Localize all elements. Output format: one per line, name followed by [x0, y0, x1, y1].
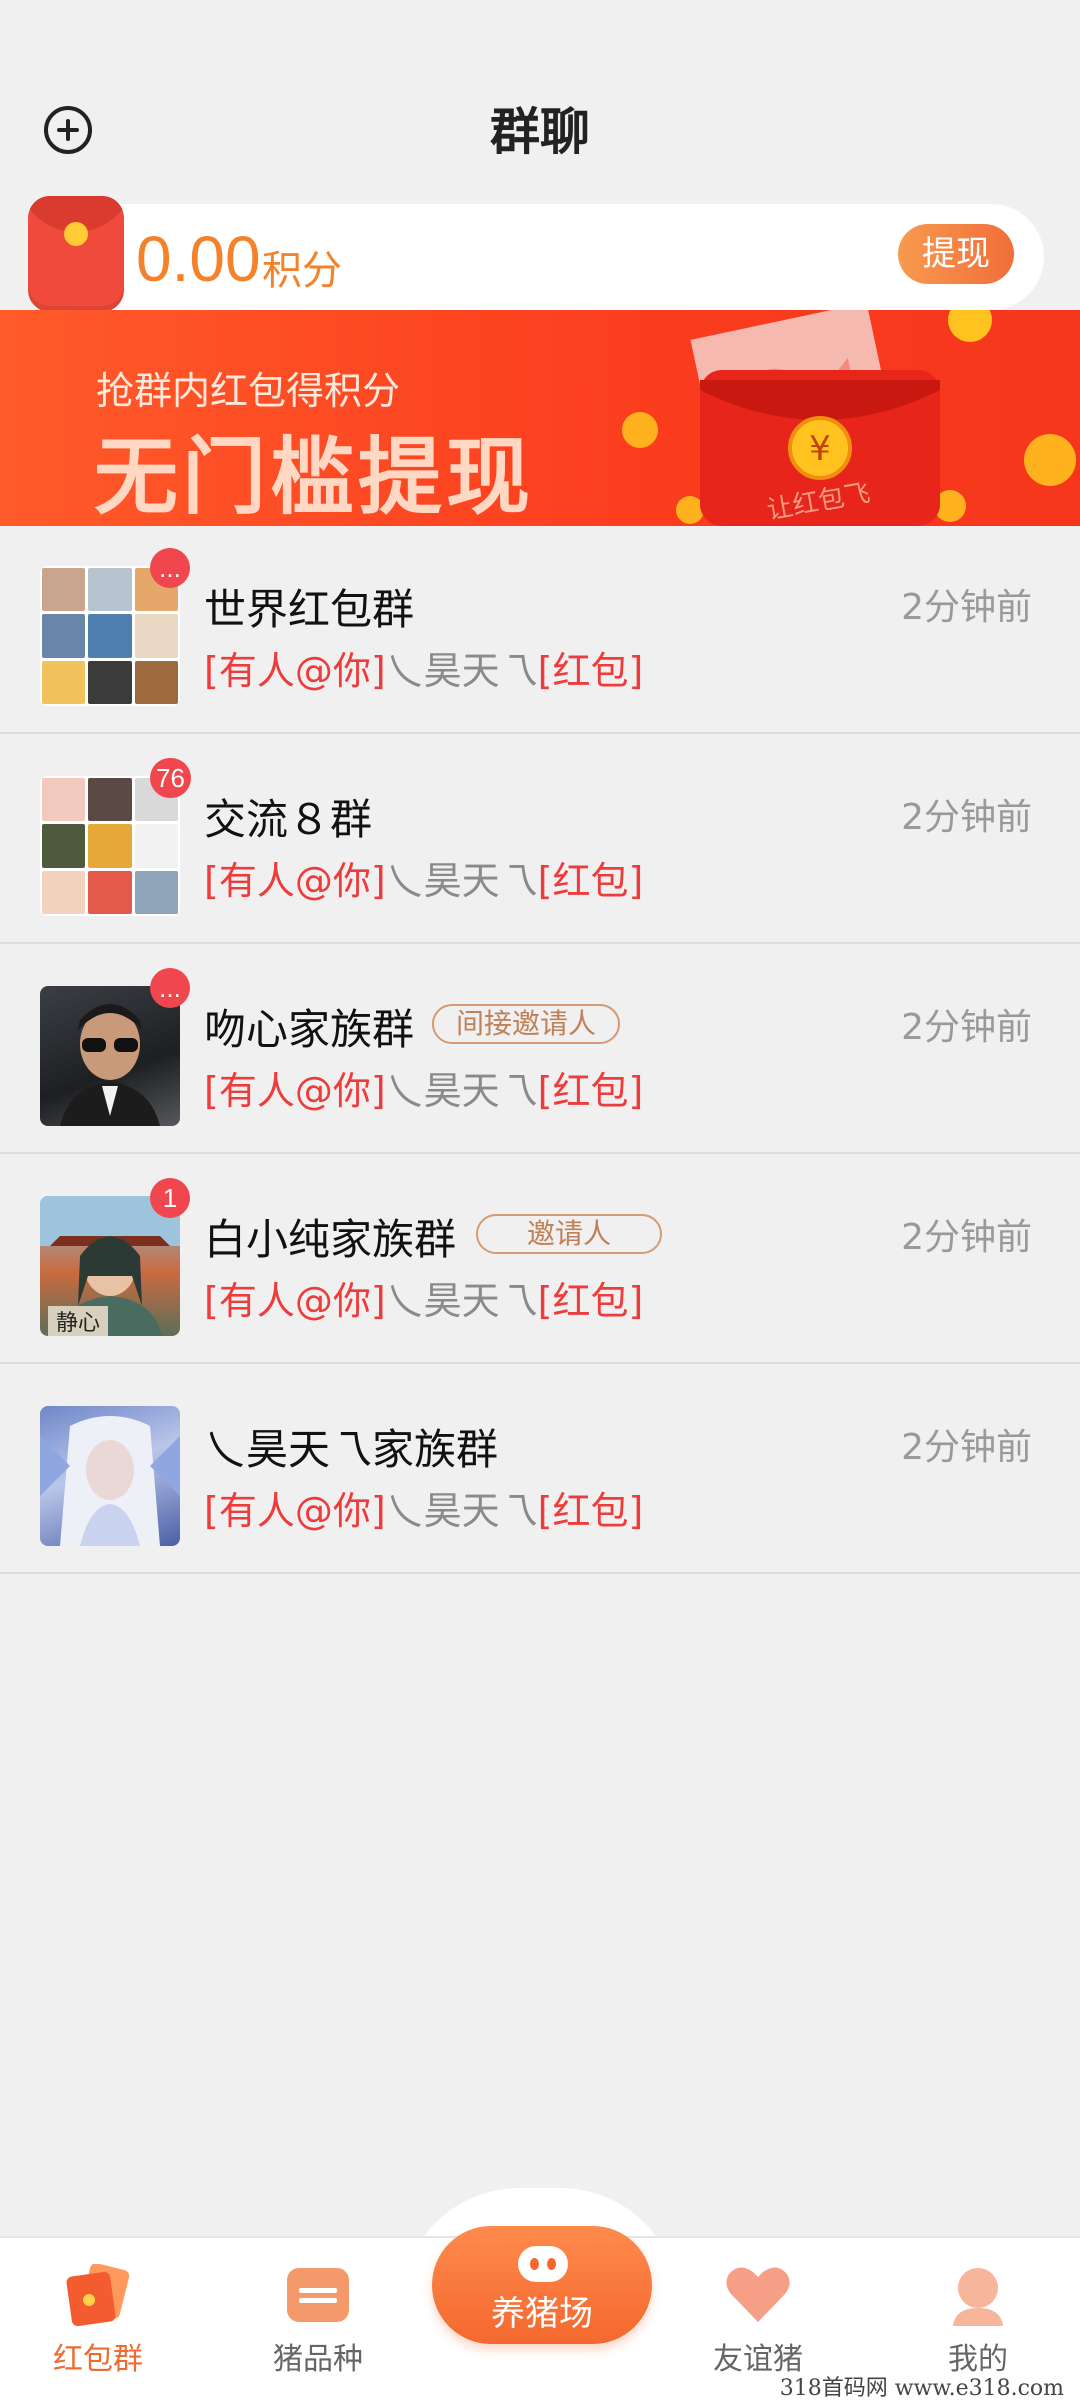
nav-item-profile[interactable]: 我的 — [898, 2262, 1058, 2382]
group-row[interactable]: ... 吻心家族群 间接邀请人 2分钟前 [有人@你]乀昊天乁[红包] — [0, 946, 1080, 1154]
last-message: [有人@你]乀昊天乁[红包] — [204, 1060, 643, 1115]
group-avatar: 静心 — [40, 1196, 180, 1336]
header: 群聊 — [0, 0, 1080, 200]
heart-icon — [726, 2267, 790, 2322]
red-packet-icon — [66, 2264, 130, 2326]
watermark: 318首码网 www.e318.com — [779, 2376, 1064, 2401]
inviter-tag: 间接邀请人 — [432, 1004, 620, 1044]
sender-name: 乀昊天乁 — [385, 1489, 538, 1533]
group-name: 交流８群 — [204, 795, 373, 844]
sender-name: 乀昊天乁 — [385, 649, 538, 693]
mention-tag: [有人@你] — [204, 1279, 386, 1323]
group-avatar — [40, 776, 180, 916]
nav-label: 红包群 — [53, 2342, 143, 2377]
svg-text:静心: 静心 — [56, 1311, 100, 1336]
last-message: [有人@你]乀昊天乁[红包] — [204, 640, 643, 695]
mention-tag: [有人@你] — [204, 859, 386, 903]
unread-badge: 76 — [150, 758, 191, 798]
group-avatar — [40, 986, 180, 1126]
sender-name: 乀昊天乁 — [385, 859, 538, 903]
points-value: 0.00 — [136, 223, 261, 295]
timestamp: 2分钟前 — [901, 1007, 1032, 1048]
group-row[interactable]: 76 交流８群 2分钟前 [有人@你]乀昊天乁[红包] — [0, 736, 1080, 944]
nav-item-pig-breeds[interactable]: 猪品种 — [238, 2262, 398, 2382]
timestamp: 2分钟前 — [901, 1217, 1032, 1258]
group-avatar — [40, 566, 180, 706]
message-content: [红包] — [537, 859, 644, 903]
nav-item-friendship-pig[interactable]: 友谊猪 — [678, 2262, 838, 2382]
points-unit: 积分 — [262, 248, 342, 294]
pig-breed-icon — [287, 2268, 349, 2322]
nav-label: 养猪场 — [491, 2294, 593, 2334]
unread-badge: ... — [150, 968, 190, 1008]
page-title: 群聊 — [490, 103, 590, 161]
last-message: [有人@你]乀昊天乁[红包] — [204, 850, 643, 905]
svg-text:¥: ¥ — [809, 429, 831, 469]
group-row[interactable]: 乀昊天乁家族群 2分钟前 [有人@你]乀昊天乁[红包] — [0, 1366, 1080, 1574]
red-packet-icon — [28, 196, 124, 312]
group-name: 乀昊天乁家族群 — [204, 1425, 499, 1474]
mention-tag: [有人@你] — [204, 1069, 386, 1113]
sender-name: 乀昊天乁 — [385, 1069, 538, 1113]
timestamp: 2分钟前 — [901, 1427, 1032, 1468]
promo-banner[interactable]: 抢群内红包得积分 无门槛提现 ¥ 让红包飞 — [0, 310, 1080, 526]
group-row[interactable]: ... 世界红包群 2分钟前 [有人@你]乀昊天乁[红包] — [0, 526, 1080, 734]
message-content: [红包] — [537, 649, 644, 693]
last-message: [有人@你]乀昊天乁[红包] — [204, 1270, 643, 1325]
message-content: [红包] — [537, 1279, 644, 1323]
group-avatar — [40, 1406, 180, 1546]
banner-headline: 无门槛提现 — [94, 428, 535, 526]
timestamp: 2分钟前 — [901, 797, 1032, 838]
sender-name: 乀昊天乁 — [385, 1279, 538, 1323]
mention-tag: [有人@你] — [204, 1489, 386, 1533]
timestamp: 2分钟前 — [901, 587, 1032, 628]
nav-label: 猪品种 — [273, 2342, 363, 2377]
message-content: [红包] — [537, 1069, 644, 1113]
mention-tag: [有人@你] — [204, 649, 386, 693]
banner-subtitle: 抢群内红包得积分 — [96, 369, 401, 413]
nav-item-red-packet-groups[interactable]: 红包群 — [18, 2262, 178, 2382]
inviter-tag: 邀请人 — [476, 1214, 662, 1254]
red-envelope-illustration: ¥ 让红包飞 — [622, 310, 1076, 526]
nav-item-pig-farm[interactable]: 养猪场 — [432, 2226, 652, 2344]
pig-face-icon — [518, 2246, 568, 2282]
withdraw-button[interactable]: 提现 — [898, 224, 1014, 284]
message-content: [红包] — [537, 1489, 644, 1533]
group-name: 世界红包群 — [204, 585, 415, 634]
unread-badge: 1 — [150, 1178, 190, 1218]
group-name: 吻心家族群 — [204, 1005, 415, 1054]
profile-icon — [953, 2268, 1003, 2326]
last-message: [有人@你]乀昊天乁[红包] — [204, 1480, 643, 1535]
unread-badge: ... — [150, 548, 190, 588]
group-name: 白小纯家族群 — [204, 1215, 457, 1264]
group-row[interactable]: 静心 1 白小纯家族群 邀请人 2分钟前 [有人@你]乀昊天乁[红包] — [0, 1156, 1080, 1364]
